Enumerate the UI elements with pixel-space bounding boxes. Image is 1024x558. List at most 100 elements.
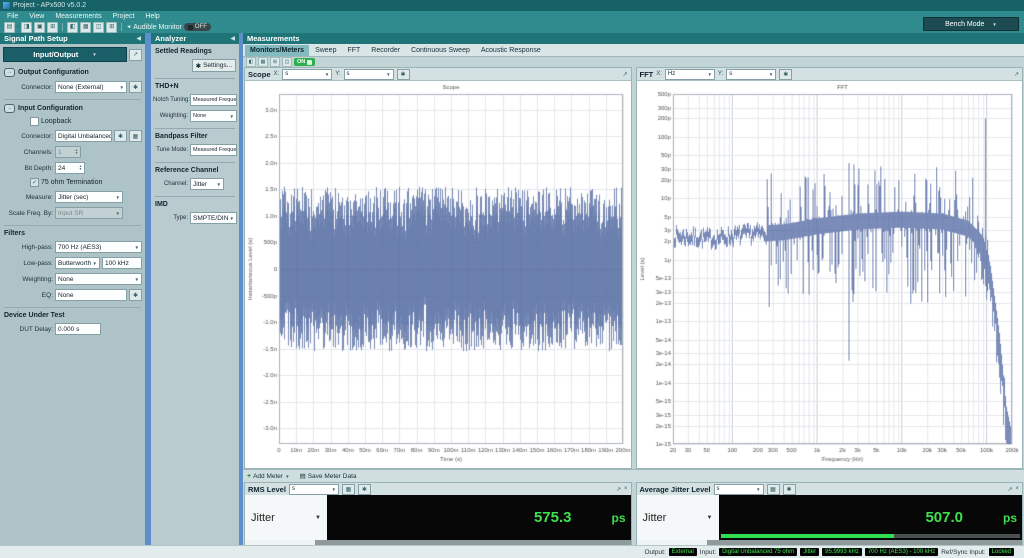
- avg-settings-icon[interactable]: ✱: [782, 483, 796, 495]
- chevron-down-icon: ▼: [386, 71, 391, 77]
- rms-display-style-icon[interactable]: ▦: [341, 483, 355, 495]
- output-settings-icon[interactable]: ✱: [129, 81, 142, 93]
- save-meter-data-button[interactable]: ▤ Save Meter Data: [300, 472, 357, 481]
- avg-meter-bar-fill: [720, 534, 895, 538]
- rms-settings-icon[interactable]: ✱: [357, 483, 371, 495]
- scope-y-unit-select[interactable]: s ▼: [343, 68, 394, 80]
- rms-channel-select[interactable]: Jitter ▼: [245, 495, 327, 540]
- add-icon: +: [247, 472, 252, 480]
- tune-mode-select[interactable]: Measured Frequency ▼: [190, 144, 237, 156]
- popout-icon[interactable]: ↗: [1014, 71, 1019, 78]
- graph-area: Scope X: s ▼ Y: s ▼ ✱ ↗ FFT X: Hz ▼ Y: s…: [243, 67, 1024, 469]
- layout-3-icon[interactable]: ◫: [93, 21, 105, 33]
- scope-x-unit-select[interactable]: s ▼: [282, 68, 333, 80]
- scale-freq-label: Scale Freq. By:: [8, 209, 53, 217]
- monitor-layout-2-icon[interactable]: ▦: [258, 57, 268, 67]
- popout-icon[interactable]: ↗: [1007, 486, 1012, 493]
- weighting-select[interactable]: None ▼: [55, 273, 142, 285]
- layout-4-icon[interactable]: ⊞: [106, 21, 118, 33]
- signal-path-selector[interactable]: Input/Output ▼: [3, 47, 127, 62]
- menu-file[interactable]: File: [7, 13, 18, 20]
- rms-meter-header: RMS Level s ▼ ▦ ✱ ↗ ×: [245, 483, 631, 495]
- chevron-down-icon: ▼: [229, 113, 234, 119]
- monitor-layout-3-icon[interactable]: ◫: [282, 57, 292, 67]
- tab-monitors-meters[interactable]: Monitors/Meters: [245, 45, 310, 56]
- weighting-label: Weighting:: [159, 113, 188, 119]
- chevron-down-icon: ▼: [707, 71, 712, 77]
- monitor-settings-icon[interactable]: ⊞: [270, 57, 280, 67]
- high-pass-select[interactable]: 700 Hz (AES3) ▼: [55, 241, 142, 253]
- scope-canvas[interactable]: [245, 81, 631, 468]
- eq-settings-icon[interactable]: ✱: [129, 289, 142, 301]
- fft-x-unit-select[interactable]: Hz ▼: [664, 68, 715, 80]
- menu-project[interactable]: Project: [113, 13, 135, 20]
- pin-icon[interactable]: ◀: [230, 35, 235, 42]
- audible-monitor-toggle[interactable]: OFF: [183, 23, 211, 31]
- chevron-down-icon: ▼: [315, 514, 321, 521]
- avg-unit-select[interactable]: s ▼: [713, 483, 764, 495]
- layout-1-icon[interactable]: ◧: [67, 21, 79, 33]
- new-project-icon[interactable]: ▤: [4, 21, 15, 33]
- fft-y-unit-select[interactable]: s ▼: [726, 68, 777, 80]
- fft-canvas[interactable]: [636, 81, 1022, 468]
- monitor-on-toggle[interactable]: ON: [294, 58, 316, 66]
- bit-depth-stepper[interactable]: 24 ▲ ▼: [55, 162, 85, 174]
- input-connector-select[interactable]: Digital Unbalanced ▼: [55, 130, 112, 142]
- output-connector-select[interactable]: None (External) ▼: [55, 81, 127, 93]
- rms-meter-title: RMS Level: [248, 484, 286, 494]
- tab-acoustic-response[interactable]: Acoustic Response: [476, 45, 546, 56]
- measure-label: Measure:: [25, 193, 53, 201]
- low-pass-select[interactable]: Butterworth ▼: [55, 257, 100, 269]
- measure-select[interactable]: Jitter (sec) ▼: [55, 191, 123, 203]
- input-settings-icon[interactable]: ✱: [114, 130, 127, 142]
- menu-view[interactable]: View: [29, 13, 44, 20]
- fft-settings-icon[interactable]: ✱: [779, 68, 793, 80]
- toolbar-separator: [62, 23, 64, 31]
- notch-tuning-select[interactable]: Measured Frequency ▼: [190, 94, 237, 106]
- scale-freq-select[interactable]: Input SR ▼: [55, 207, 123, 219]
- toggle-knob-icon: [307, 59, 313, 65]
- tab-recorder[interactable]: Recorder: [366, 45, 405, 56]
- avg-channel-select[interactable]: Jitter ▼: [636, 495, 719, 540]
- status-output-badge: External: [668, 548, 697, 556]
- popout-icon[interactable]: ↗: [622, 71, 627, 78]
- tab-fft[interactable]: FFT: [342, 45, 365, 56]
- save-project-icon[interactable]: ▣: [34, 21, 46, 33]
- add-meter-button[interactable]: + Add Meter ▼: [247, 473, 290, 480]
- notch-tuning-label: Notch Tuning:: [153, 97, 191, 103]
- bench-mode-select[interactable]: Bench Mode ▼: [923, 17, 1019, 31]
- chevron-down-icon: ▼: [324, 71, 330, 77]
- open-project-icon[interactable]: ◨: [21, 21, 33, 33]
- new-project-caret-icon[interactable]: ▾: [17, 24, 19, 30]
- close-icon[interactable]: ×: [1015, 486, 1019, 492]
- rms-meter-value: 575.3: [533, 509, 572, 526]
- chevron-down-icon: ▼: [229, 215, 234, 221]
- rms-meter-body: Jitter ▼ 575.3 ps: [245, 495, 631, 540]
- avg-display-style-icon[interactable]: ▦: [766, 483, 780, 495]
- layout-2-icon[interactable]: ▦: [80, 21, 92, 33]
- dut-delay-input[interactable]: 0.000 s: [55, 323, 101, 335]
- channels-stepper[interactable]: 1 ▲ ▼: [55, 146, 81, 158]
- eq-field[interactable]: None: [55, 289, 127, 301]
- imd-type-select[interactable]: SMPTE/DIN ▼: [190, 212, 237, 224]
- pin-icon[interactable]: ◀: [136, 35, 141, 42]
- input-grid-icon[interactable]: ▦: [129, 130, 142, 142]
- popout-icon[interactable]: ↗: [616, 486, 621, 493]
- fft-x-label: X:: [656, 71, 662, 77]
- tab-continuous-sweep[interactable]: Continuous Sweep: [406, 45, 475, 56]
- popout-icon[interactable]: ↗: [129, 48, 142, 61]
- menu-measurements[interactable]: Measurements: [55, 13, 101, 20]
- settled-settings-button[interactable]: ✱ Settings...: [191, 59, 236, 72]
- close-icon[interactable]: ×: [624, 486, 628, 492]
- reference-channel-select[interactable]: Jitter ▼: [190, 178, 224, 190]
- project-settings-icon[interactable]: ⊞: [47, 21, 59, 33]
- menu-help[interactable]: Help: [145, 13, 159, 20]
- rms-unit-select[interactable]: s ▼: [288, 483, 339, 495]
- scope-settings-icon[interactable]: ✱: [396, 68, 410, 80]
- termination-checkbox[interactable]: ✓: [30, 178, 39, 187]
- tab-sweep[interactable]: Sweep: [310, 45, 341, 56]
- loopback-checkbox[interactable]: [30, 117, 39, 126]
- analyzer-weighting-select[interactable]: None ▼: [190, 110, 237, 122]
- low-pass-freq-input[interactable]: 100 kHz: [102, 257, 142, 269]
- monitor-layout-1-icon[interactable]: ◧: [246, 57, 256, 67]
